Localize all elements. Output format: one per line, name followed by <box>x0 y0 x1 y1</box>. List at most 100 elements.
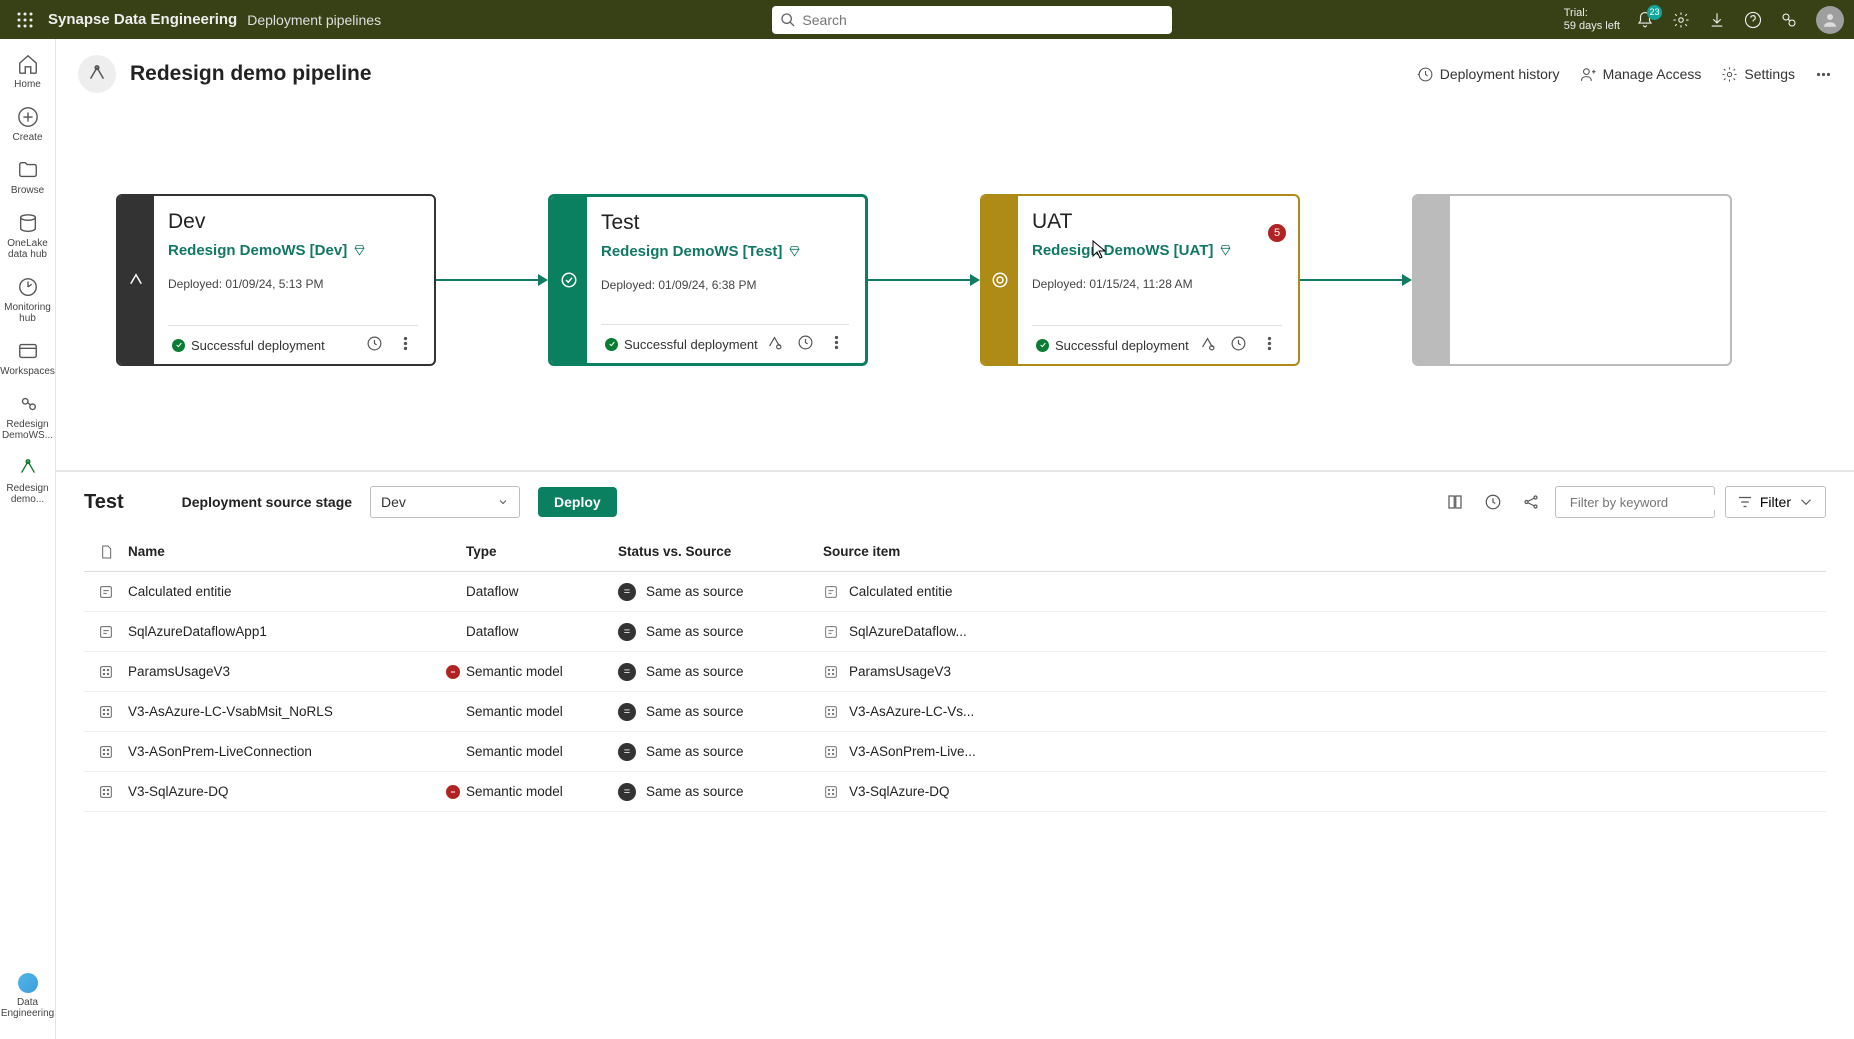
download-icon[interactable] <box>1708 11 1726 29</box>
item-type: Semantic model <box>466 784 618 799</box>
equal-icon: = <box>618 663 636 681</box>
stage-history-icon[interactable] <box>366 335 383 355</box>
view-toggle-icon[interactable] <box>1441 488 1469 516</box>
stage-status: Successful deployment <box>1055 338 1189 353</box>
stage-arrow <box>436 279 548 281</box>
detail-panel: Test Deployment source stage Dev Deploy … <box>56 470 1854 1039</box>
settings-button[interactable]: Settings <box>1721 66 1795 83</box>
nav-redesign-demo-pipeline[interactable]: Redesign demo... <box>3 451 53 515</box>
header-actions: Deployment history Manage Access Setting… <box>1417 66 1832 83</box>
table-row[interactable]: V3-SqlAzure-DQSemantic model=Same as sou… <box>84 772 1826 812</box>
stage-more-icon[interactable] <box>397 335 414 355</box>
table-row[interactable]: V3-ASonPrem-LiveConnectionSemantic model… <box>84 732 1826 772</box>
stage-status: Successful deployment <box>624 337 758 352</box>
item-status: =Same as source <box>618 743 823 761</box>
page-header: Redesign demo pipeline Deployment histor… <box>56 39 1854 109</box>
nav-ws-redesign-demows[interactable]: Redesign DemoWS... <box>3 387 53 451</box>
col-type[interactable]: Type <box>466 544 618 559</box>
stage-rules-icon[interactable] <box>1199 335 1216 355</box>
stage-band-dev <box>118 196 154 364</box>
stage-deployed-at: Deployed: 01/09/24, 6:38 PM <box>601 278 849 292</box>
stage-rules-icon[interactable] <box>766 334 783 354</box>
table-row[interactable]: SqlAzureDataflowApp1Dataflow=Same as sou… <box>84 612 1826 652</box>
help-icon[interactable] <box>1744 11 1762 29</box>
table-row[interactable]: V3-AsAzure-LC-VsabMsit_NoRLSSemantic mod… <box>84 692 1826 732</box>
item-status: =Same as source <box>618 703 823 721</box>
item-status: =Same as source <box>618 583 823 601</box>
item-type: Semantic model <box>466 664 618 679</box>
brand-subtitle[interactable]: Deployment pipelines <box>247 12 381 28</box>
table-header-row: Name Type Status vs. Source Source item <box>84 532 1826 572</box>
nav-monitor[interactable]: Monitoring hub <box>3 270 53 334</box>
stage-status: Successful deployment <box>191 338 325 353</box>
filter-button[interactable]: Filter <box>1725 486 1826 518</box>
col-name[interactable]: Name <box>128 544 452 559</box>
top-icon-group: 23 <box>1636 6 1844 34</box>
stage-error-count-badge: 5 <box>1268 224 1286 242</box>
data-engineering-icon <box>18 973 38 993</box>
item-type-icon <box>84 704 128 720</box>
file-icon <box>98 544 114 560</box>
table-row[interactable]: Calculated entitieDataflow=Same as sourc… <box>84 572 1826 612</box>
nav-home[interactable]: Home <box>3 47 53 100</box>
stage-history-icon[interactable] <box>797 334 814 354</box>
refresh-icon[interactable] <box>1479 488 1507 516</box>
detail-panel-header: Test Deployment source stage Dev Deploy … <box>56 472 1854 532</box>
stage-history-icon[interactable] <box>1230 335 1247 355</box>
item-status: =Same as source <box>618 623 823 641</box>
deployment-history-button[interactable]: Deployment history <box>1417 66 1560 83</box>
nav-data-engineering[interactable]: Data Engineering <box>3 967 53 1029</box>
chevron-down-icon <box>1797 493 1815 511</box>
item-type-icon <box>84 624 128 640</box>
item-type-icon <box>84 664 128 680</box>
stage-arrow <box>1300 279 1412 281</box>
search-box[interactable] <box>772 6 1172 34</box>
notifications-icon[interactable]: 23 <box>1636 11 1654 29</box>
nav-browse[interactable]: Browse <box>3 153 53 206</box>
nav-create[interactable]: Create <box>3 100 53 153</box>
success-check-icon <box>172 339 185 352</box>
trial-info: Trial: 59 days left <box>1564 7 1620 33</box>
equal-icon: = <box>618 703 636 721</box>
nav-onelake[interactable]: OneLake data hub <box>3 206 53 270</box>
filter-icon <box>1736 493 1754 511</box>
item-name: V3-ASonPrem-LiveConnection <box>128 744 452 759</box>
item-status: =Same as source <box>618 663 823 681</box>
manage-access-button[interactable]: Manage Access <box>1580 66 1702 83</box>
item-name: SqlAzureDataflowApp1 <box>128 624 452 639</box>
share-icon[interactable] <box>1517 488 1545 516</box>
filter-input[interactable] <box>1555 486 1715 518</box>
stage-more-icon[interactable] <box>828 334 845 354</box>
stage-card-test[interactable]: Test Redesign DemoWS [Test] Deployed: 01… <box>548 194 868 366</box>
feedback-icon[interactable] <box>1780 11 1798 29</box>
settings-gear-icon[interactable] <box>1672 11 1690 29</box>
more-icon[interactable] <box>1815 66 1832 83</box>
item-name: V3-SqlAzure-DQ <box>128 784 452 799</box>
success-check-icon <box>1036 339 1049 352</box>
stage-name: UAT <box>1032 210 1282 234</box>
col-status[interactable]: Status vs. Source <box>618 544 823 559</box>
nav-workspaces[interactable]: Workspaces <box>3 334 53 387</box>
table-row[interactable]: ParamsUsageV3 Semantic model=Same as sour… <box>84 652 1826 692</box>
account-avatar[interactable] <box>1816 6 1844 34</box>
col-icon <box>84 544 128 560</box>
stage-deployed-at: Deployed: 01/15/24, 11:28 AM <box>1032 277 1282 291</box>
stage-workspace-link[interactable]: Redesign DemoWS [Test] <box>601 243 849 260</box>
source-stage-select[interactable]: Dev <box>370 486 520 518</box>
col-source[interactable]: Source item <box>823 544 1826 559</box>
stage-card-next[interactable] <box>1412 194 1732 366</box>
source-stage-label: Deployment source stage <box>182 494 352 510</box>
app-launcher-icon[interactable] <box>10 5 40 35</box>
stage-more-icon[interactable] <box>1261 335 1278 355</box>
brand-title: Synapse Data Engineering <box>48 11 237 28</box>
item-name: ParamsUsageV3 <box>128 664 452 679</box>
deploy-button[interactable]: Deploy <box>538 487 617 517</box>
stage-card-uat[interactable]: UAT 5 Redesign DemoWS [UAT] Deployed: 01… <box>980 194 1300 366</box>
stage-workspace-link[interactable]: Redesign DemoWS [UAT] <box>1032 242 1282 259</box>
stage-card-dev[interactable]: Dev Redesign DemoWS [Dev] Deployed: 01/0… <box>116 194 436 366</box>
diamond-icon <box>1219 244 1232 257</box>
search-input[interactable] <box>802 12 1164 28</box>
filter-text[interactable] <box>1570 495 1746 510</box>
item-source: SqlAzureDataflow... <box>823 624 1826 640</box>
stage-workspace-link[interactable]: Redesign DemoWS [Dev] <box>168 242 418 259</box>
